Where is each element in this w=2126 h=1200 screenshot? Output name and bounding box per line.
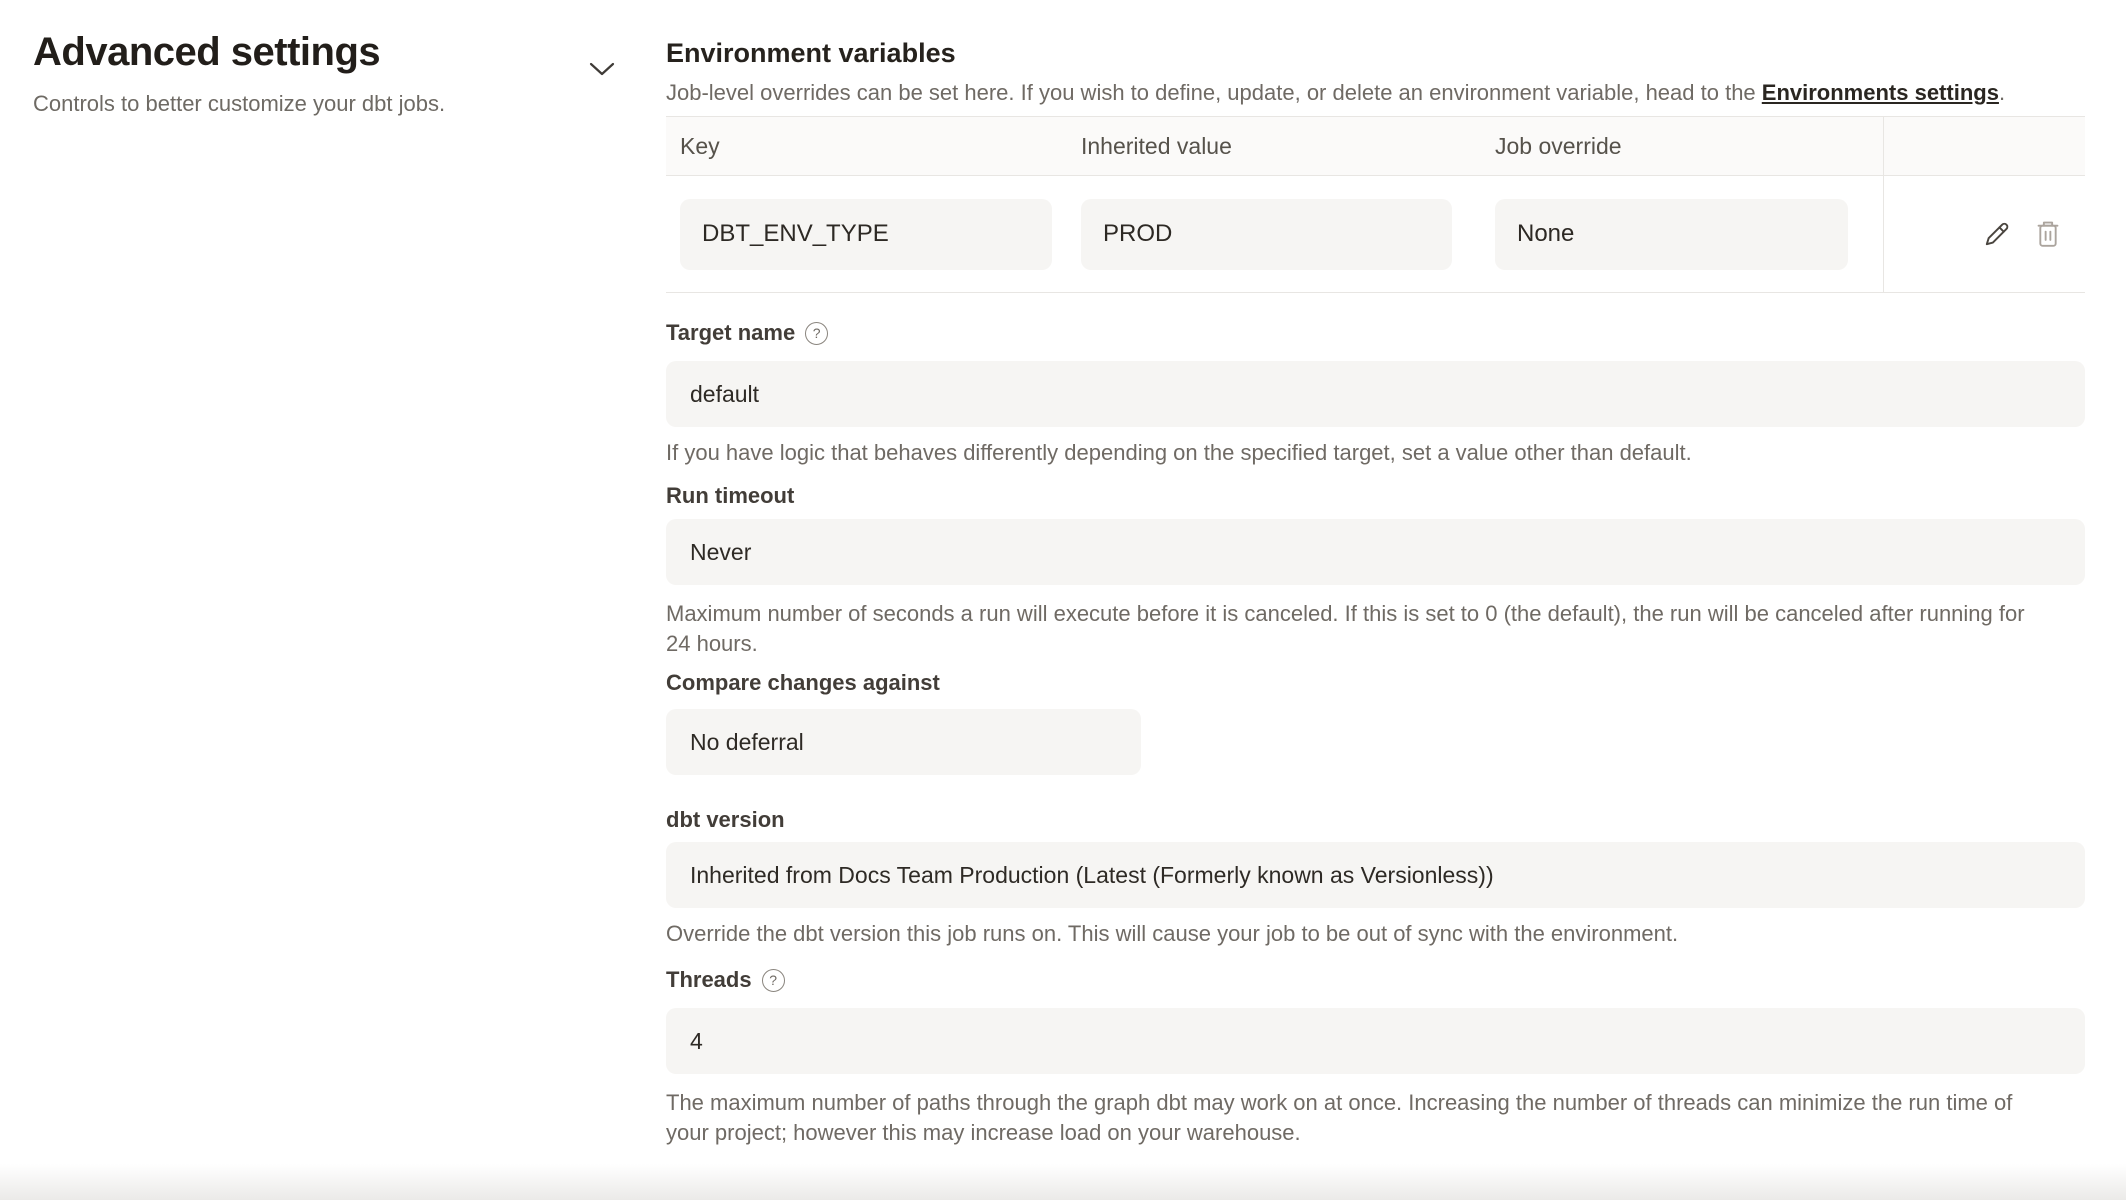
pencil-icon <box>1981 219 2012 250</box>
collapse-section-button[interactable] <box>585 52 619 86</box>
dbt-version-help: Override the dbt version this job runs o… <box>666 919 2085 949</box>
compare-changes-label: Compare changes against <box>666 670 940 696</box>
page-title: Advanced settings <box>33 30 593 75</box>
target-name-help: If you have logic that behaves different… <box>666 438 2085 468</box>
field-threads: Threads ? 4 The maximum number of paths … <box>666 967 2085 1148</box>
env-vars-description-text: Job-level overrides can be set here. If … <box>666 80 1762 105</box>
cell-job-override: None <box>1495 176 1883 292</box>
env-var-inherited-value: PROD <box>1081 199 1452 270</box>
cell-inherited-value: PROD <box>1081 176 1495 292</box>
threads-label-row: Threads ? <box>666 967 2085 993</box>
target-name-label-row: Target name ? <box>666 320 2085 346</box>
dbt-version-label-row: dbt version <box>666 807 2085 833</box>
edit-env-var-button[interactable] <box>1981 219 2012 250</box>
run-timeout-label: Run timeout <box>666 483 794 509</box>
env-var-key-value: DBT_ENV_TYPE <box>680 199 1052 270</box>
env-vars-title: Environment variables <box>666 38 956 69</box>
cell-key: DBT_ENV_TYPE <box>666 176 1081 292</box>
dbt-version-label: dbt version <box>666 807 785 833</box>
field-compare-changes: Compare changes against No deferral <box>666 670 1141 775</box>
chevron-down-icon <box>589 61 615 77</box>
delete-env-var-button[interactable] <box>2035 218 2061 250</box>
run-timeout-label-row: Run timeout <box>666 483 2085 509</box>
column-header-key: Key <box>666 117 1081 175</box>
section-header: Advanced settings Controls to better cus… <box>33 30 593 117</box>
run-timeout-help: Maximum number of seconds a run will exe… <box>666 599 2085 659</box>
run-timeout-help-line1: Maximum number of seconds a run will exe… <box>666 599 2085 629</box>
env-vars-table-header: Key Inherited value Job override <box>666 117 2085 176</box>
env-vars-description: Job-level overrides can be set here. If … <box>666 80 2085 106</box>
target-name-label: Target name <box>666 320 795 346</box>
run-timeout-input[interactable]: Never <box>666 519 2085 585</box>
advanced-settings-page: Advanced settings Controls to better cus… <box>0 0 2126 1200</box>
column-header-inherited-value: Inherited value <box>1081 117 1495 175</box>
column-header-job-override: Job override <box>1495 117 1883 175</box>
target-name-input[interactable]: default <box>666 361 2085 427</box>
run-timeout-help-line2: 24 hours. <box>666 629 2085 659</box>
threads-input[interactable]: 4 <box>666 1008 2085 1074</box>
bottom-scroll-fade <box>0 1164 2126 1200</box>
environments-settings-link[interactable]: Environments settings <box>1762 80 1999 105</box>
table-row: DBT_ENV_TYPE PROD None <box>666 176 2085 292</box>
threads-help: The maximum number of paths through the … <box>666 1088 2085 1148</box>
env-vars-table: Key Inherited value Job override DBT_ENV… <box>666 116 2085 293</box>
field-run-timeout: Run timeout Never Maximum number of seco… <box>666 483 2085 659</box>
help-icon[interactable]: ? <box>762 969 785 992</box>
page-subtitle: Controls to better customize your dbt jo… <box>33 91 593 117</box>
trash-icon <box>2035 218 2061 250</box>
compare-changes-label-row: Compare changes against <box>666 670 1141 696</box>
field-target-name: Target name ? default If you have logic … <box>666 320 2085 468</box>
cell-actions <box>1883 176 2085 292</box>
dbt-version-input[interactable]: Inherited from Docs Team Production (Lat… <box>666 842 2085 908</box>
threads-help-line2: your project; however this may increase … <box>666 1118 2085 1148</box>
threads-help-line1: The maximum number of paths through the … <box>666 1088 2085 1118</box>
column-header-actions <box>1883 117 2085 175</box>
compare-changes-input[interactable]: No deferral <box>666 709 1141 775</box>
help-icon[interactable]: ? <box>805 322 828 345</box>
env-vars-description-period: . <box>1999 80 2005 105</box>
env-var-job-override-value: None <box>1495 199 1848 270</box>
threads-label: Threads <box>666 967 752 993</box>
field-dbt-version: dbt version Inherited from Docs Team Pro… <box>666 807 2085 949</box>
